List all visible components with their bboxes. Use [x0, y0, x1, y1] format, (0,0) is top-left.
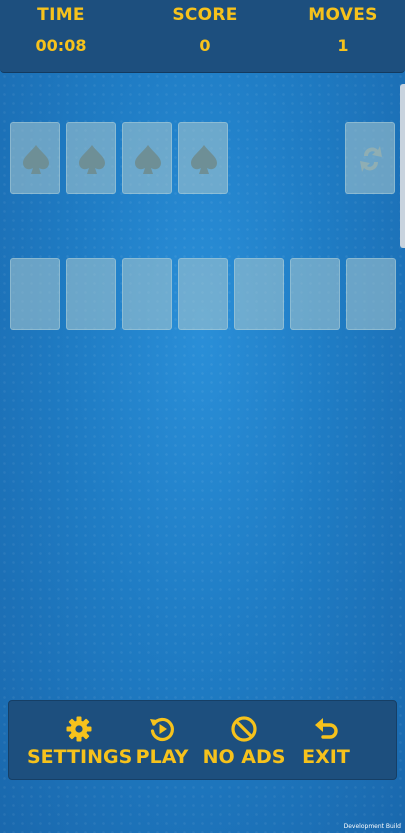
tableau-slot-1[interactable] [10, 258, 60, 330]
replay-icon [150, 717, 174, 742]
foundation-slot-2[interactable] [66, 122, 116, 194]
spade-icon [79, 145, 105, 174]
spade-icon [23, 145, 49, 174]
tableau-slot-7[interactable] [346, 258, 396, 330]
exit-label: EXIT [302, 746, 350, 768]
time-stat: TIME 00:08 [6, 4, 116, 57]
time-label: TIME [37, 5, 85, 25]
tableau-slot-6[interactable] [290, 258, 340, 330]
time-value: 00:08 [35, 36, 87, 55]
gear-icon [66, 716, 92, 742]
spade-icon [191, 145, 217, 174]
foundation-slot-1[interactable] [10, 122, 60, 194]
play-label: PLAY [135, 746, 189, 768]
settings-label: SETTINGS [27, 746, 133, 768]
stock-slot[interactable] [345, 122, 395, 194]
tableau-slot-3[interactable] [122, 258, 172, 330]
exit-button[interactable]: EXIT [299, 701, 353, 779]
no-ads-button[interactable]: NO ADS [199, 701, 289, 779]
foundation-slot-4[interactable] [178, 122, 228, 194]
moves-stat: MOVES 1 [288, 4, 398, 57]
scroll-handle[interactable] [400, 84, 405, 248]
moves-label: MOVES [308, 5, 378, 25]
development-build-label: Development Build [343, 823, 401, 830]
moves-value: 1 [337, 36, 349, 55]
foundation-slot-3[interactable] [122, 122, 172, 194]
score-value: 0 [199, 36, 211, 55]
no-ads-label: NO ADS [202, 746, 286, 768]
undo-arrow-icon [315, 718, 338, 739]
score-label: SCORE [172, 5, 238, 25]
tableau-slot-4[interactable] [178, 258, 228, 330]
play-button[interactable]: PLAY [133, 701, 191, 779]
stats-bar: TIME 00:08 SCORE 0 MOVES 1 [0, 0, 405, 73]
spade-icon [135, 145, 161, 174]
score-stat: SCORE 0 [150, 4, 260, 57]
menu-bar: SETTINGS PLAY NO ADS EXIT [8, 700, 397, 780]
settings-button[interactable]: SETTINGS [27, 701, 133, 779]
block-icon [231, 716, 257, 742]
refresh-icon [360, 146, 382, 172]
tableau-slot-2[interactable] [66, 258, 116, 330]
tableau-slot-5[interactable] [234, 258, 284, 330]
